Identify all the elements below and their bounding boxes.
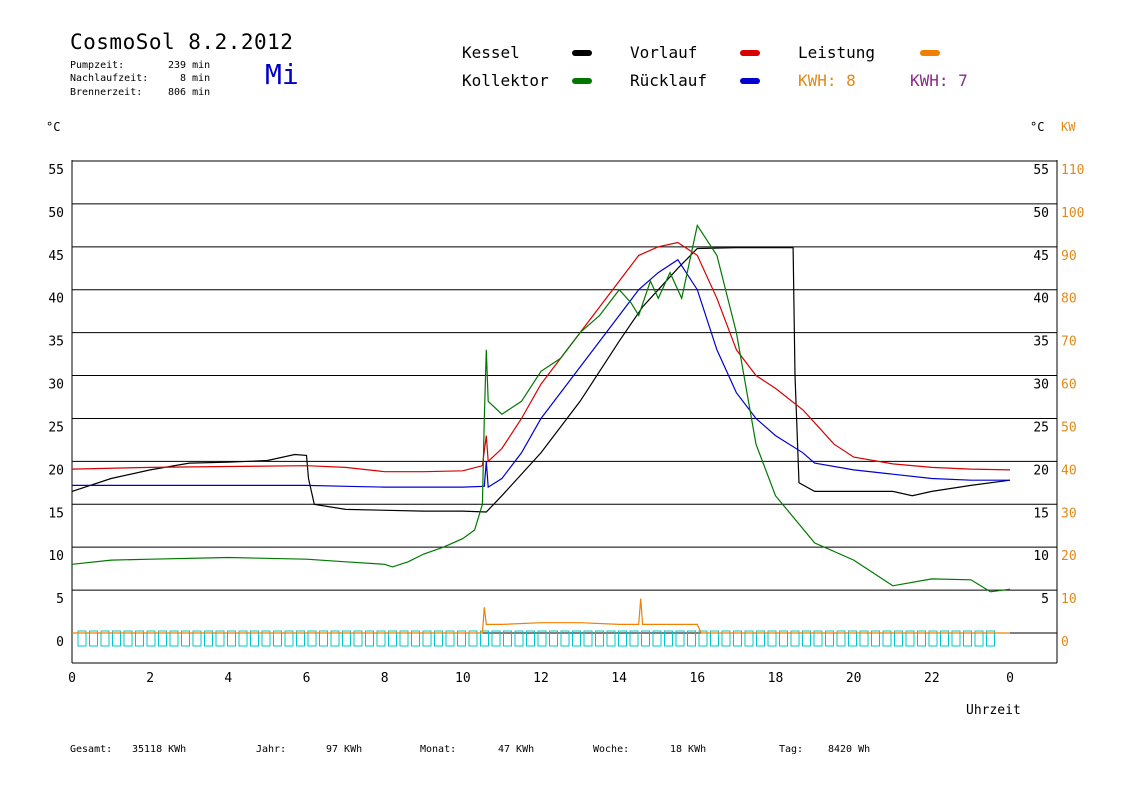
- x-tick: 22: [924, 671, 940, 686]
- y-tick-left: 35: [48, 335, 64, 350]
- y-tick-kw: 20: [1061, 549, 1077, 564]
- x-tick: 12: [533, 671, 549, 686]
- y-tick-left: 30: [48, 378, 64, 393]
- x-tick: 20: [846, 671, 862, 686]
- x-tick: 0: [1006, 671, 1014, 686]
- y-tick-right: 10: [1033, 549, 1049, 564]
- y-tick-kw: 40: [1061, 463, 1077, 478]
- y-tick-right: 20: [1033, 463, 1049, 478]
- y-tick-right: 50: [1033, 206, 1049, 221]
- y-tick-right: 45: [1033, 249, 1049, 264]
- footer-woche-label: Woche:: [593, 744, 630, 755]
- y-tick-left: 0: [56, 635, 64, 650]
- y-axis-label-left: °C: [46, 120, 60, 134]
- y-tick-right: 15: [1033, 506, 1049, 521]
- y-tick-kw: 70: [1061, 335, 1077, 350]
- series-kollektor: [71, 223, 1011, 593]
- footer-jahr-label: Jahr:: [256, 744, 287, 755]
- y-tick-left: 50: [48, 206, 64, 221]
- y-tick-kw: 80: [1061, 292, 1077, 307]
- y-tick-left: 15: [48, 506, 64, 521]
- series-kessel: [71, 247, 1011, 513]
- footer-tag-value: 8420 Wh: [828, 744, 871, 755]
- y-tick-left: 10: [48, 549, 64, 564]
- x-tick: 6: [303, 671, 311, 686]
- y-tick-right: 35: [1033, 335, 1049, 350]
- y-tick-left: 20: [48, 463, 64, 478]
- y-tick-kw: 90: [1061, 249, 1077, 264]
- y-tick-right: 55: [1033, 163, 1049, 178]
- x-tick: 14: [611, 671, 627, 686]
- y-tick-right: 30: [1033, 378, 1049, 393]
- y-tick-left: 45: [48, 249, 64, 264]
- footer-tag-label: Tag:: [779, 744, 804, 755]
- y-tick-kw: 50: [1061, 420, 1077, 435]
- y-tick-left: 5: [56, 592, 64, 607]
- x-tick: 10: [455, 671, 471, 686]
- y-tick-kw: 110: [1061, 163, 1084, 178]
- y-tick-kw: 0: [1061, 635, 1069, 650]
- footer-gesamt-value: 35118 KWh: [132, 744, 187, 755]
- x-tick: 18: [768, 671, 784, 686]
- x-axis-label: Uhrzeit: [966, 703, 1021, 718]
- series-vorlauf: [71, 241, 1011, 473]
- y-tick-left: 40: [48, 292, 64, 307]
- y-tick-left: 55: [48, 163, 64, 178]
- y-tick-kw: 100: [1061, 206, 1084, 221]
- y-tick-kw: 60: [1061, 378, 1077, 393]
- series-leistung: [72, 598, 1010, 634]
- y-tick-left: 25: [48, 420, 64, 435]
- y-tick-right: 5: [1041, 592, 1049, 607]
- footer-gesamt-label: Gesamt:: [70, 744, 113, 755]
- x-tick: 16: [690, 671, 706, 686]
- x-tick: 2: [146, 671, 154, 686]
- footer-monat-value: 47 KWh: [498, 744, 535, 755]
- x-tick: 4: [224, 671, 232, 686]
- footer-jahr-value: 97 KWh: [326, 744, 363, 755]
- y-tick-kw: 30: [1061, 506, 1077, 521]
- y-tick-right: 40: [1033, 292, 1049, 307]
- temperature-chart: °C °C KW 0510152025303540455055510152025…: [46, 120, 1084, 718]
- y-tick-right: 25: [1033, 420, 1049, 435]
- x-tick: 8: [381, 671, 389, 686]
- footer-woche-value: 18 KWh: [670, 744, 707, 755]
- y-axis-label-kw: KW: [1061, 120, 1076, 134]
- y-axis-label-right: °C: [1030, 120, 1044, 134]
- y-tick-kw: 10: [1061, 592, 1077, 607]
- x-tick: 0: [68, 671, 76, 686]
- footer-monat-label: Monat:: [420, 744, 457, 755]
